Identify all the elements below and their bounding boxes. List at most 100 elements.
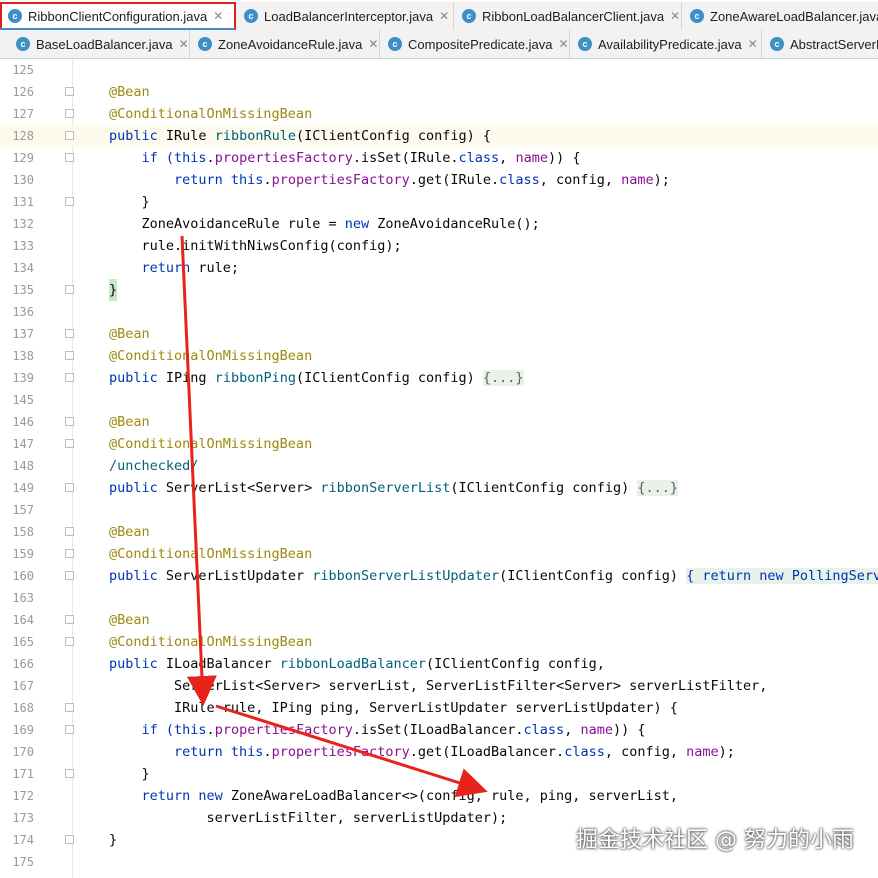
code-text: rule.initWithNiwsConfig(config);: [109, 238, 402, 254]
code-text: (IClientConfig config,: [426, 656, 605, 672]
tab-load-balancer-interceptor[interactable]: c LoadBalancerInterceptor.java ✕: [236, 2, 454, 30]
fold-marker-icon[interactable]: [65, 329, 74, 338]
tab-base-load-balancer[interactable]: c BaseLoadBalancer.java ✕: [8, 30, 190, 58]
tab-ribbon-load-balancer-client[interactable]: c RibbonLoadBalancerClient.java ✕: [454, 2, 682, 30]
folded-region[interactable]: { return new PollingServe: [686, 568, 878, 584]
close-icon[interactable]: ✕: [179, 37, 189, 51]
code-line: 130 return this.propertiesFactory.get(IR…: [0, 169, 878, 191]
fold-marker-icon[interactable]: [65, 373, 74, 382]
code-text: (IClientConfig config) {: [295, 128, 492, 144]
java-class-icon: c: [770, 37, 784, 51]
keyword: public: [109, 370, 158, 386]
fold-marker-icon[interactable]: [65, 131, 74, 140]
tab-abstract-server-predicate[interactable]: c AbstractServerP: [762, 30, 878, 58]
line-number: 173: [12, 811, 34, 825]
keyword: this: [174, 722, 207, 738]
code-text: ,: [564, 722, 581, 738]
tab-composite-predicate[interactable]: c CompositePredicate.java ✕: [380, 30, 570, 58]
code-text: .: [206, 722, 215, 738]
tab-zone-avoidance-rule[interactable]: c ZoneAvoidanceRule.java ✕: [190, 30, 380, 58]
fold-marker-icon[interactable]: [65, 769, 74, 778]
annotation: @Bean: [109, 326, 150, 342]
fold-marker-icon[interactable]: [65, 417, 74, 426]
code-line: 170 return this.propertiesFactory.get(IL…: [0, 741, 878, 763]
code-line: 171 }: [0, 763, 878, 785]
fold-marker-icon[interactable]: [65, 835, 74, 844]
method-name: ribbonPing: [214, 370, 296, 386]
fold-marker-icon[interactable]: [65, 549, 74, 558]
fold-marker-icon[interactable]: [65, 87, 74, 96]
line-number: 149: [12, 481, 34, 495]
fold-marker-icon[interactable]: [65, 153, 74, 162]
fold-marker-icon[interactable]: [65, 527, 74, 536]
fold-marker-icon[interactable]: [65, 197, 74, 206]
annotation: @Bean: [109, 84, 150, 100]
code-line: 139 public IPing ribbonPing(IClientConfi…: [0, 367, 878, 389]
close-icon[interactable]: ✕: [748, 37, 758, 51]
code-text: .: [206, 150, 215, 166]
fold-marker-icon[interactable]: [65, 285, 74, 294]
folded-region[interactable]: {...}: [482, 370, 524, 386]
field: name: [580, 722, 613, 738]
tab-zone-aware-load-balancer[interactable]: c ZoneAwareLoadBalancer.java: [682, 2, 878, 30]
line-number: 127: [12, 107, 34, 121]
code-editor[interactable]: 125 126 @Bean 127 @ConditionalOnMissingB…: [0, 59, 878, 878]
code-text: }: [109, 194, 150, 210]
keyword: this: [230, 744, 264, 760]
code-text: .: [263, 172, 272, 188]
line-number: 130: [12, 173, 34, 187]
keyword: public: [109, 480, 158, 496]
code-text: );: [718, 744, 735, 760]
method-name: ribbonLoadBalancer: [279, 656, 427, 672]
fold-marker-icon[interactable]: [65, 483, 74, 492]
close-icon[interactable]: ✕: [368, 37, 378, 51]
folded-region[interactable]: {...}: [637, 480, 678, 496]
code-line: 167 ServerList<Server> serverList, Serve…: [0, 675, 878, 697]
close-icon[interactable]: ✕: [213, 9, 223, 23]
fold-marker-icon[interactable]: [65, 637, 74, 646]
line-number: 129: [12, 151, 34, 165]
code-line: 149 public ServerList<Server> ribbonServ…: [0, 477, 878, 499]
line-number: 165: [12, 635, 34, 649]
tab-ribbon-client-configuration[interactable]: c RibbonClientConfiguration.java ✕: [0, 2, 236, 30]
watermark: 掘金技术社区 @ 努力的小雨: [576, 828, 854, 853]
fold-marker-icon[interactable]: [65, 703, 74, 712]
java-class-icon: c: [8, 9, 22, 23]
close-icon[interactable]: ✕: [439, 9, 449, 23]
line-number: 134: [12, 261, 34, 275]
keyword: return: [109, 260, 191, 276]
code-line: 172 return new ZoneAwareLoadBalancer<>(c…: [0, 785, 878, 807]
code-line-current: 128 public IRule ribbonRule(IClientConfi…: [0, 125, 878, 147]
fold-marker-icon[interactable]: [65, 571, 74, 580]
java-class-icon: c: [690, 9, 704, 23]
code-text: , config,: [604, 744, 687, 760]
code-line: 132 ZoneAvoidanceRule rule = new ZoneAvo…: [0, 213, 878, 235]
tab-label: RibbonClientConfiguration.java: [28, 8, 208, 24]
tab-label: RibbonLoadBalancerClient.java: [482, 8, 665, 24]
editor-tabs-row-2: c BaseLoadBalancer.java ✕ c ZoneAvoidanc…: [0, 30, 878, 59]
close-icon[interactable]: ✕: [559, 37, 569, 51]
code-line: 168 IRule rule, IPing ping, ServerListUp…: [0, 697, 878, 719]
keyword: public: [109, 128, 158, 144]
java-class-icon: c: [462, 9, 476, 23]
java-class-icon: c: [244, 9, 258, 23]
code-line: 148 /unchecked/: [0, 455, 878, 477]
code-text: IPing: [157, 370, 215, 386]
code-line: 164 @Bean: [0, 609, 878, 631]
fold-marker-icon[interactable]: [65, 725, 74, 734]
fold-marker-icon[interactable]: [65, 615, 74, 624]
fold-marker-icon[interactable]: [65, 109, 74, 118]
annotation: @Bean: [109, 524, 150, 540]
code-text: rule;: [190, 260, 240, 276]
code-line: 145: [0, 389, 878, 411]
close-icon[interactable]: ✕: [670, 9, 680, 23]
keyword: class: [564, 744, 605, 760]
fold-marker-icon[interactable]: [65, 351, 74, 360]
keyword: this: [230, 172, 264, 188]
line-number: 132: [12, 217, 34, 231]
code-text: .get(ILoadBalancer.: [409, 744, 565, 760]
fold-marker-icon[interactable]: [65, 439, 74, 448]
tab-availability-predicate[interactable]: c AvailabilityPredicate.java ✕: [570, 30, 762, 58]
keyword: return: [109, 788, 199, 804]
keyword: class: [458, 150, 500, 166]
